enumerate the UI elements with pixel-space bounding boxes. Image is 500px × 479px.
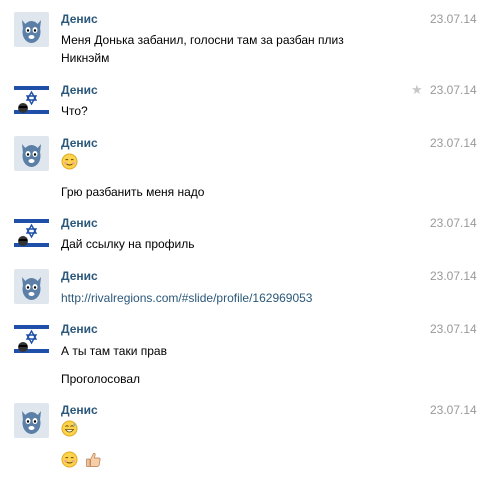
dog-avatar[interactable] [14, 403, 49, 438]
message-text: Меня Донька забанил, голосни там за разб… [61, 33, 344, 47]
message-date[interactable]: 23.07.14 [430, 136, 477, 150]
message-text: Что? [61, 104, 88, 118]
message-author[interactable]: Денис [61, 269, 98, 283]
message-text: А ты там таки прав [61, 344, 167, 358]
message-text: Никнэйм [61, 51, 110, 65]
thumbs-up-emoji [86, 452, 101, 467]
message-text: http://rivalregions.com/#slide/profile/1… [61, 291, 312, 305]
message-author[interactable]: Денис [61, 83, 98, 97]
dog-avatar[interactable] [14, 136, 49, 171]
profile-link[interactable]: http://rivalregions.com/#slide/profile/1… [61, 291, 312, 305]
israel-flag-avatar[interactable] [14, 322, 49, 357]
message-text: Грю разбанить меня надо [61, 185, 205, 199]
message-date[interactable]: 23.07.14 [430, 216, 477, 230]
israel-flag-avatar[interactable] [14, 216, 49, 251]
message-author[interactable]: Денис [61, 136, 98, 150]
dog-avatar[interactable] [14, 12, 49, 47]
message-date[interactable]: 23.07.14 [430, 322, 477, 336]
message-author[interactable]: Денис [61, 216, 98, 230]
emoji-row [61, 451, 106, 468]
dog-avatar[interactable] [14, 269, 49, 304]
message-author[interactable]: Денис [61, 12, 98, 26]
message-text: Дай ссылку на профиль [61, 237, 195, 251]
grinning-sweat-emoji [61, 420, 82, 437]
relieved-face-emoji [61, 451, 78, 468]
message-date[interactable]: 23.07.14 [430, 403, 477, 417]
message-date[interactable]: 23.07.14 [430, 83, 477, 97]
message-author[interactable]: Денис [61, 322, 98, 336]
israel-flag-avatar[interactable] [14, 83, 49, 118]
relieved-face-emoji [61, 153, 82, 170]
message-date[interactable]: 23.07.14 [430, 12, 477, 26]
message-author[interactable]: Денис [61, 403, 98, 417]
message-text: Проголосовал [61, 372, 141, 386]
star-icon[interactable]: ★ [411, 82, 423, 98]
message-date[interactable]: 23.07.14 [430, 269, 477, 283]
